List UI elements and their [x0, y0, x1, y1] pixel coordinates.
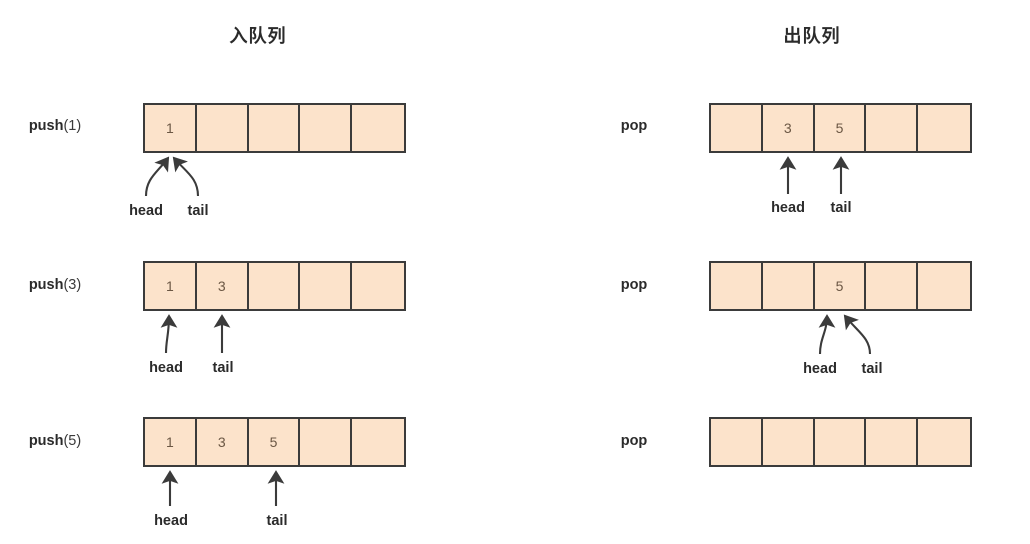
queue-cell	[814, 419, 867, 465]
diagram-canvas: 入队列 出队列 push(1) 1 head tail push(3) 1 3 …	[0, 0, 1030, 544]
queue-cell	[762, 419, 815, 465]
queue-cell	[711, 105, 763, 151]
op-label-pop-3: pop	[621, 433, 648, 449]
pointer-label-tail: tail	[861, 361, 883, 377]
op-label-push-3: push(3)	[29, 277, 81, 293]
arrow-head	[818, 314, 836, 355]
arrow-head	[144, 156, 170, 197]
queue-cell	[352, 419, 405, 465]
queue-row: 5	[709, 261, 972, 311]
queue-cell: 1	[145, 263, 197, 309]
queue-cell	[762, 263, 815, 309]
queue-cell: 5	[814, 263, 867, 309]
op-label-arg: (1)	[63, 118, 82, 134]
queue-cell	[196, 105, 249, 151]
queue-cell: 3	[196, 263, 249, 309]
queue-cell	[352, 263, 405, 309]
pointer-label-tail: tail	[212, 360, 234, 376]
op-label-arg: (5)	[63, 433, 82, 449]
queue-cell	[866, 105, 919, 151]
op-label-push-1: push(1)	[29, 118, 81, 134]
queue-cell: 3	[196, 419, 249, 465]
op-label-text: pop	[620, 277, 648, 293]
queue-row: 3 5	[709, 103, 972, 153]
arrow-tail	[172, 156, 200, 197]
op-label-pop-2: pop	[621, 277, 648, 293]
queue-cell	[711, 419, 763, 465]
pointer-label-head: head	[149, 360, 183, 376]
pointer-label-head: head	[771, 200, 805, 216]
column-title-dequeue: 出队列	[783, 26, 841, 46]
queue-cell	[248, 263, 301, 309]
pointer-label-tail: tail	[266, 513, 288, 529]
queue-row: 1 3 5	[143, 417, 406, 467]
queue-cell	[300, 419, 353, 465]
queue-cell: 1	[145, 105, 197, 151]
op-label-text: push	[28, 118, 64, 134]
pointer-label-head: head	[129, 203, 163, 219]
queue-cell	[866, 263, 919, 309]
op-label-text: pop	[620, 118, 648, 134]
op-label-text: pop	[620, 433, 648, 449]
queue-cell: 5	[248, 419, 301, 465]
queue-row: 1 3	[143, 261, 406, 311]
op-label-pop-1: pop	[621, 118, 648, 134]
queue-cell	[918, 263, 971, 309]
op-label-push-5: push(5)	[29, 433, 81, 449]
arrow-tail	[843, 314, 872, 355]
pointer-label-tail: tail	[187, 203, 209, 219]
pointer-label-head: head	[154, 513, 188, 529]
queue-cell: 1	[145, 419, 197, 465]
queue-cell	[352, 105, 405, 151]
column-title-enqueue: 入队列	[229, 26, 287, 46]
queue-row	[709, 417, 972, 467]
queue-cell	[918, 105, 971, 151]
pointer-label-tail: tail	[830, 200, 852, 216]
queue-cell	[300, 263, 353, 309]
pointer-label-head: head	[803, 361, 837, 377]
op-label-text: push	[28, 433, 64, 449]
queue-cell	[300, 105, 353, 151]
op-label-arg: (3)	[63, 277, 82, 293]
queue-cell: 5	[814, 105, 867, 151]
queue-cell	[918, 419, 971, 465]
queue-row: 1	[143, 103, 406, 153]
queue-cell	[866, 419, 919, 465]
queue-cell	[248, 105, 301, 151]
arrow-head	[160, 314, 178, 354]
queue-cell	[711, 263, 763, 309]
op-label-text: push	[28, 277, 64, 293]
queue-cell: 3	[762, 105, 815, 151]
